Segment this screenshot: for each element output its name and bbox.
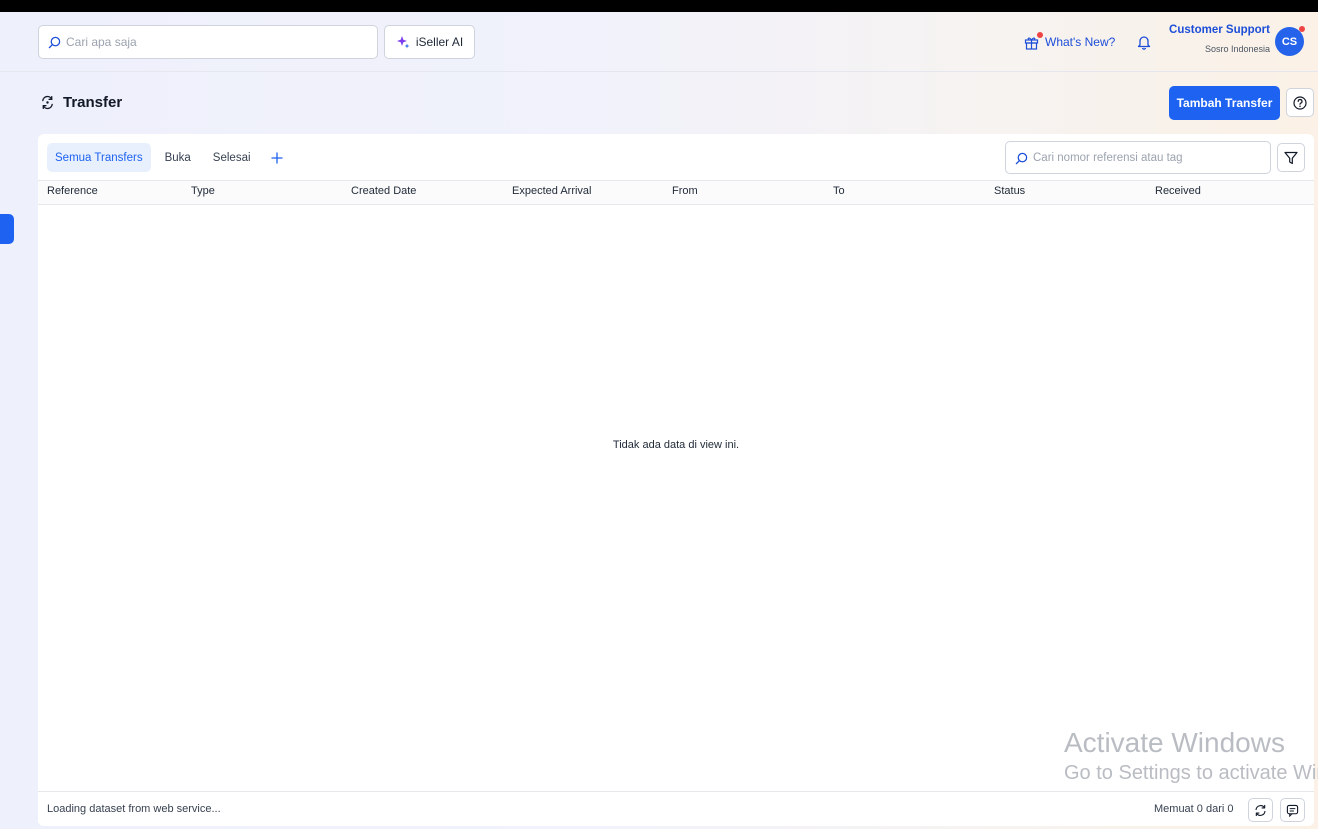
column-received[interactable]: Received	[1155, 185, 1201, 197]
view-tabs: Semua Transfers Buka Selesai	[47, 143, 287, 172]
top-black-strip	[0, 0, 1318, 12]
add-view-button[interactable]	[267, 143, 287, 172]
sidebar-toggle[interactable]	[0, 214, 14, 244]
tab-open[interactable]: Buka	[157, 143, 199, 172]
iseller-ai-button[interactable]: iSeller AI	[384, 25, 475, 59]
filter-icon	[1284, 151, 1298, 164]
column-created-date[interactable]: Created Date	[351, 185, 416, 197]
whats-new-link[interactable]: What's New?	[1024, 31, 1116, 51]
user-name: Customer Support	[1169, 24, 1270, 36]
notification-dot	[1037, 31, 1043, 38]
message-icon	[1286, 804, 1299, 817]
column-from[interactable]: From	[672, 185, 698, 197]
gift-icon	[1024, 31, 1043, 50]
tab-all-transfers[interactable]: Semua Transfers	[47, 143, 151, 172]
tab-completed[interactable]: Selesai	[205, 143, 259, 172]
global-search-input[interactable]	[66, 27, 366, 57]
refresh-button[interactable]	[1248, 798, 1273, 822]
avatar[interactable]: CS	[1275, 26, 1305, 56]
reference-search-input[interactable]	[1033, 143, 1265, 172]
column-type[interactable]: Type	[191, 185, 215, 197]
help-button[interactable]	[1286, 88, 1314, 117]
refresh-icon	[1255, 804, 1266, 816]
help-icon	[1293, 95, 1307, 110]
reference-search[interactable]	[1005, 141, 1271, 174]
plus-icon	[271, 152, 283, 163]
sparkle-icon	[396, 36, 410, 49]
filter-button[interactable]	[1277, 143, 1305, 172]
user-menu[interactable]: Customer Support Sosro Indonesia	[1140, 24, 1270, 54]
page-title-text: Transfer	[63, 94, 123, 111]
user-organization: Sosro Indonesia	[1204, 44, 1270, 54]
column-status[interactable]: Status	[994, 185, 1025, 197]
add-transfer-button[interactable]: Tambah Transfer	[1169, 86, 1280, 120]
avatar-initials: CS	[1281, 35, 1298, 48]
loading-status: Loading dataset from web service...	[47, 803, 221, 815]
global-search[interactable]	[38, 25, 378, 59]
avatar-notification-dot	[1299, 26, 1305, 32]
column-to[interactable]: To	[833, 185, 845, 197]
iseller-ai-label: iSeller AI	[415, 35, 464, 49]
details-button[interactable]	[1280, 798, 1305, 822]
column-expected-arrival[interactable]: Expected Arrival	[512, 185, 591, 197]
page-title: Transfer	[40, 94, 122, 111]
table-header: Reference Type Created Date Expected Arr…	[38, 180, 1314, 205]
transfers-panel: Semua Transfers Buka Selesai Reference T…	[38, 134, 1314, 826]
top-header: iSeller AI What's New? Customer Support …	[0, 12, 1318, 72]
transfer-icon	[42, 95, 53, 110]
search-icon	[48, 36, 61, 49]
record-count: Memuat 0 dari 0	[1154, 803, 1234, 815]
search-icon	[1015, 152, 1028, 165]
empty-state-message: Tidak ada data di view ini.	[612, 439, 740, 451]
column-reference[interactable]: Reference	[47, 185, 98, 197]
table-footer: Loading dataset from web service... Memu…	[38, 791, 1314, 826]
whats-new-label: What's New?	[1045, 35, 1116, 49]
